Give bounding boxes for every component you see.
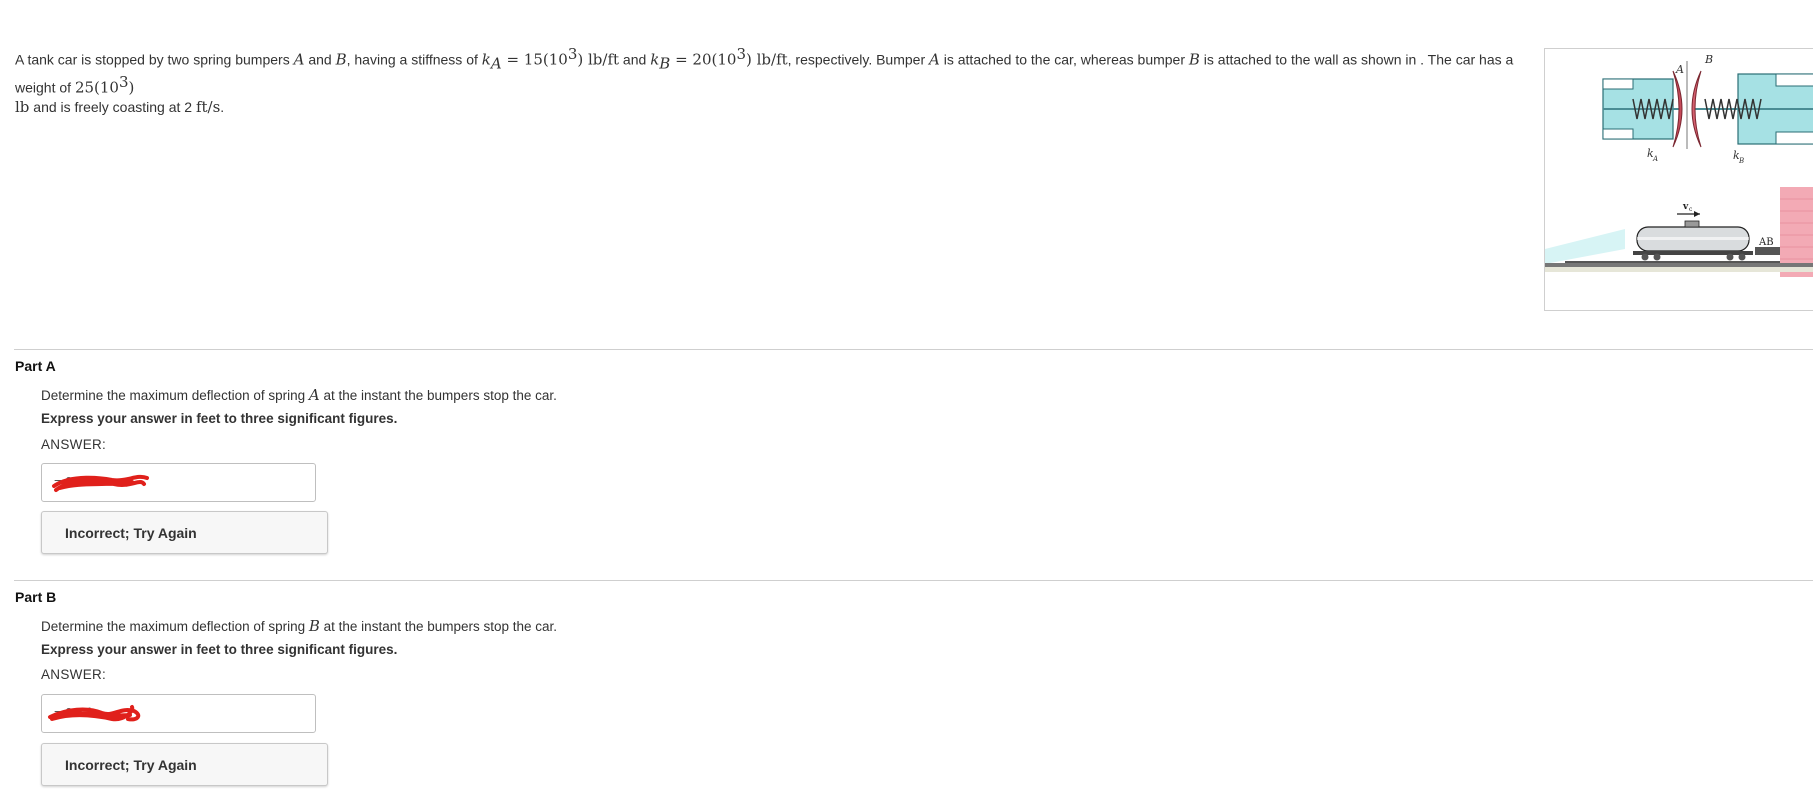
scribble-redaction [52,474,149,492]
label-b: B [1704,53,1713,66]
scribble-redaction [48,705,141,722]
problem-figure: A B k A k B v c AB [1544,48,1813,311]
label-vc: v [1682,202,1689,212]
part-a-instruction: Express your answer in feet to three sig… [41,411,398,426]
svg-text:B: B [1738,157,1744,165]
bumper-diagram: A B k A k B v c AB [1545,53,1813,277]
label-ab: AB [1758,237,1774,248]
svg-text:c: c [1689,206,1693,213]
part-a-answer-label: ANSWER: [41,437,107,452]
part-b-answer-field[interactable]: = 0.5 ft [41,694,316,733]
section-divider [14,349,1813,350]
label-a: A [1675,63,1684,76]
part-b-question: Determine the maximum deflection of spri… [41,617,558,635]
svg-text:A: A [1652,155,1658,163]
part-a-title: Part A [15,358,56,374]
part-a-status-button[interactable]: Incorrect; Try Again [41,511,328,554]
part-b-instruction: Express your answer in feet to three sig… [41,642,398,657]
part-a-question: Determine the maximum deflection of spri… [41,386,557,404]
problem-statement: A tank car is stopped by two spring bump… [15,45,1514,117]
part-b-answer-label: ANSWER: [41,667,107,682]
part-b-title: Part B [15,589,57,605]
part-a-answer-field[interactable]: = 0.5 ft [41,463,316,502]
section-divider [14,580,1813,581]
part-b-status-button[interactable]: Incorrect; Try Again [41,743,328,786]
bumper-spring-assembly [1755,247,1780,255]
